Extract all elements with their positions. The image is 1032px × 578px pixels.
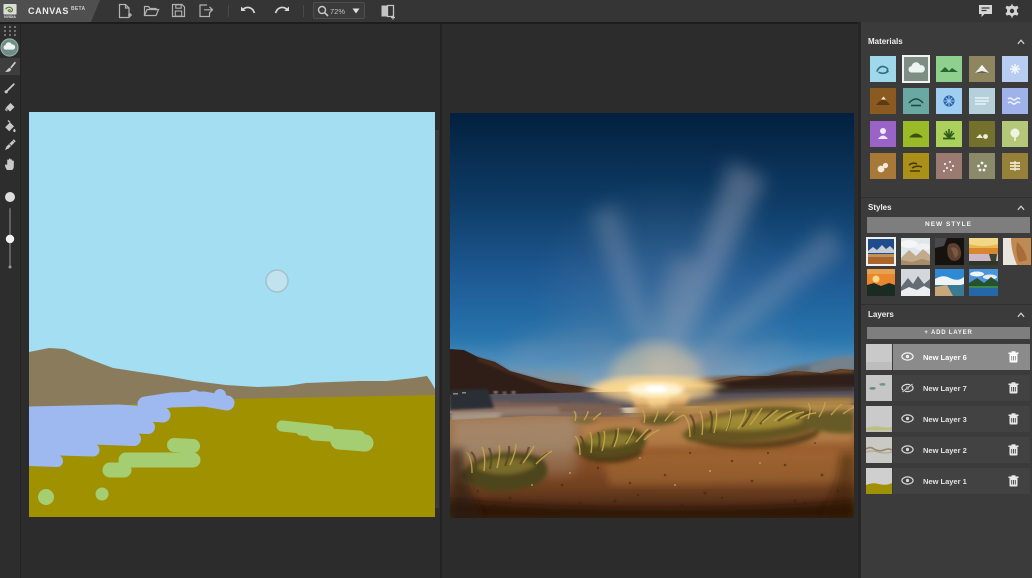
svg-text:NVIDIA: NVIDIA bbox=[4, 15, 16, 19]
